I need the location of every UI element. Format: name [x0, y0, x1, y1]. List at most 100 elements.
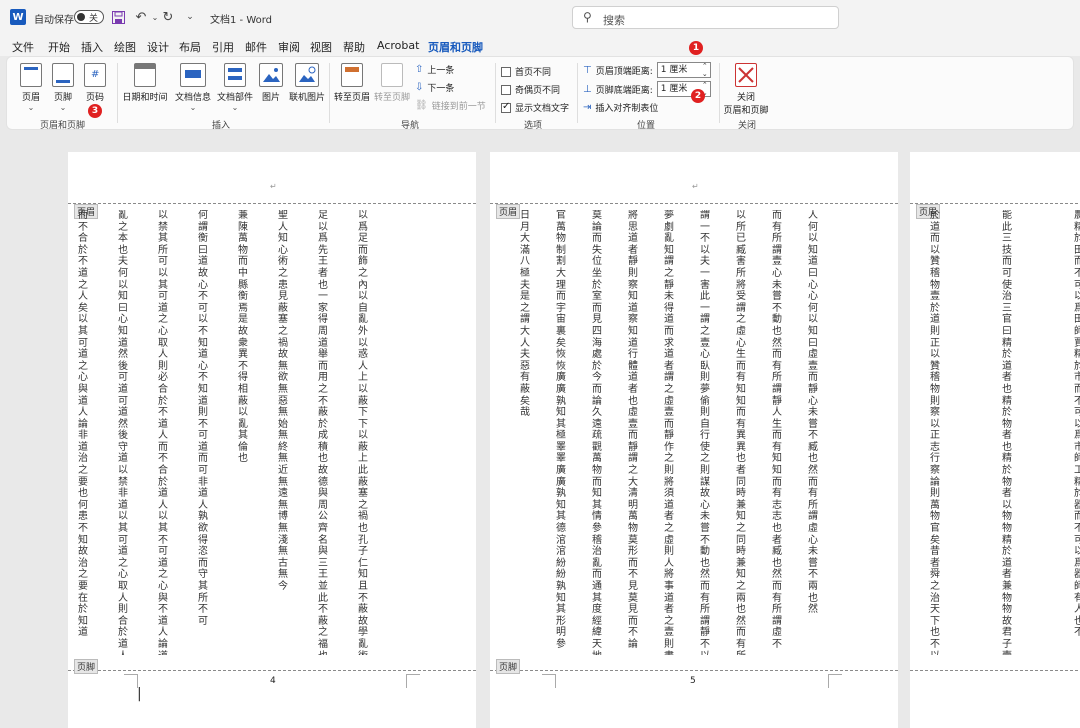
document-canvas[interactable]: ↵ 页眉 以爲足而飾之，內以自亂，外以惑人，上以蔽下，下以蔽上，此蔽塞之禍也。孔…: [0, 130, 1080, 728]
text-column[interactable]: 以禁其所可？以其可道之心取人，則必合於不道人，而不合於道人。以其不可道之心與不道…: [158, 210, 168, 655]
text-column[interactable]: 莫論而失位。坐於室而見四海，處於今而論久遠。疏觀萬物而知其情，參稽治亂而通其度，…: [592, 210, 602, 655]
search-input[interactable]: ⚲ 搜索: [572, 6, 839, 29]
insert-alignment-tab-button[interactable]: ⇥ 插入对齐制表位: [583, 101, 658, 114]
text-column[interactable]: 以爲足而飾之，內以自亂，外以惑人，上以蔽下，下以蔽上，此蔽塞之禍也。孔子仁知且不…: [358, 210, 368, 655]
calendar-icon: [134, 63, 156, 87]
footer-label: 页脚: [496, 659, 521, 674]
picture-button[interactable]: 图片: [257, 63, 285, 103]
crop-mark: [406, 674, 420, 688]
ribbon-tabs: 文件 开始 插入 绘图 设计 布局 引用 邮件 审阅 视图 帮助 Acrobat…: [0, 34, 1080, 60]
text-column[interactable]: 何謂衡？曰：道。故心不可以不知道；心不知道，則不可道，而可非道。人孰欲得恣，而守…: [198, 210, 208, 627]
document-title: 文档1 - Word: [210, 15, 273, 26]
previous-icon: ⇧: [415, 64, 424, 75]
annotation-badge-1: 1: [689, 41, 703, 55]
header-button[interactable]: 页眉 ⌄: [17, 63, 45, 112]
text-column[interactable]: 人何以知道？曰：心。心何以知？曰：虛壹而靜。心未嘗不臧也，然而有所謂虛；心未嘗不…: [808, 210, 818, 616]
close-icon: [735, 63, 757, 87]
footer-boundary: [68, 670, 476, 671]
word-app-icon: W: [10, 9, 26, 25]
tab-references[interactable]: 引用: [212, 39, 234, 55]
link-to-previous-button[interactable]: ⛓ 链接到前一节: [415, 99, 486, 112]
show-document-text-checkbox[interactable]: 显示文档文字: [501, 101, 569, 114]
footer-boundary: [910, 670, 1080, 671]
header-position-icon: ⊤: [583, 64, 592, 76]
goto-footer-icon: [381, 63, 403, 87]
redo-icon[interactable]: ↻: [160, 9, 176, 25]
text-cursor: |: [137, 686, 142, 702]
goto-header-icon: [341, 63, 363, 87]
ribbon-panel: 页眉⌄ 页脚⌄ # 页码⌄ 页眉和页脚 日期和时间 文档信息⌄ 文档部件⌄ 图片…: [6, 56, 1074, 131]
next-icon: ⇩: [415, 82, 424, 93]
autosave-state: 关: [89, 14, 99, 24]
text-column[interactable]: 將思道者靜則察。知道察，知道行，體道者也。虛壹而靜，謂之大清明。萬物莫形而不見，…: [628, 210, 638, 651]
autosave-label: 自动保存: [34, 15, 74, 26]
ribbon-separator: [577, 63, 578, 123]
picture-icon: [259, 63, 283, 87]
tab-insert[interactable]: 插入: [81, 39, 103, 55]
footer-boundary: [490, 670, 898, 671]
document-page[interactable]: ↵ 页眉 人何以知道？曰：心。心何以知？曰：虛壹而靜。心未嘗不臧也，然而有所謂虛…: [490, 152, 898, 728]
search-icon: ⚲: [583, 10, 592, 24]
text-column[interactable]: 能此三技，而可使治三官。曰：精於道者也。精於物者也。精於物者以物物，精於道者兼物…: [1002, 210, 1012, 655]
date-time-button[interactable]: 日期和时间: [121, 63, 169, 103]
paragraph-mark: ↵: [270, 182, 277, 191]
tab-design[interactable]: 设计: [147, 39, 169, 55]
tab-acrobat[interactable]: Acrobat: [377, 39, 419, 52]
document-page[interactable]: ↵ 页眉 以爲足而飾之，內以自亂，外以惑人，上以蔽下，下以蔽上，此蔽塞之禍也。孔…: [68, 152, 476, 728]
tab-view[interactable]: 视图: [310, 39, 332, 55]
header-icon: [20, 63, 42, 87]
search-placeholder: 搜索: [603, 14, 625, 27]
autosave-toggle[interactable]: 关: [74, 10, 104, 24]
text-column[interactable]: 亂之本也。夫何以知？曰：心知道，然後可道；可道然後守道以禁非道。以其可道之心取人…: [118, 210, 128, 655]
document-parts-button[interactable]: 文档部件 ⌄: [215, 63, 255, 112]
text-column[interactable]: 謂一；不以夫一害此一謂之壹。心臥則夢，偷則自行，使之則謀；故心未嘗不動也；然而有…: [700, 210, 710, 655]
different-first-page-checkbox[interactable]: 首页不同: [501, 65, 551, 78]
tab-mailings[interactable]: 邮件: [245, 39, 267, 55]
goto-header-button[interactable]: 转至页眉: [333, 63, 371, 103]
next-button[interactable]: ⇩ 下一条: [415, 81, 454, 94]
tab-home[interactable]: 开始: [48, 39, 70, 55]
header-top-distance: ⊤ 页眉顶端距离: 1 厘米 ⌃ ⌄: [583, 62, 711, 78]
save-icon[interactable]: [110, 9, 126, 25]
checkbox-icon: [501, 84, 511, 95]
text-column[interactable]: 兼陳萬物而中縣衡焉。是故衆異不得相蔽以亂其倫也。: [238, 210, 248, 465]
crop-mark: [828, 674, 842, 688]
close-header-footer-button[interactable]: 关闭 页眉和页脚: [721, 63, 771, 116]
goto-footer-button[interactable]: 转至页脚: [373, 63, 411, 103]
text-column[interactable]: 聖人知心術之患，見蔽塞之禍，故無欲，無惡，無始，無終，無近，無遠，無博，無淺，無…: [278, 210, 288, 593]
online-picture-button[interactable]: 联机图片: [287, 63, 327, 103]
online-picture-icon: [295, 63, 319, 87]
tab-help[interactable]: 帮助: [343, 39, 365, 55]
text-column[interactable]: 夢劇亂知謂之靜。未得道而求道者，謂之虛壹而靜。作之：則將須道者之虛則人，將事道者…: [664, 210, 674, 655]
footer-button[interactable]: 页脚 ⌄: [49, 63, 77, 112]
annotation-badge-3: 3: [88, 104, 102, 118]
text-column[interactable]: 農精於田，而不可以爲田師；賈精於市，而不可以爲市師；工精於器，而不可以爲器師。有…: [1074, 210, 1080, 639]
document-parts-icon: [224, 63, 246, 87]
tab-review[interactable]: 审阅: [278, 39, 300, 55]
tab-file[interactable]: 文件: [12, 39, 34, 55]
tab-draw[interactable]: 绘图: [114, 39, 136, 55]
document-info-button[interactable]: 文档信息 ⌄: [173, 63, 213, 112]
previous-button[interactable]: ⇧ 上一条: [415, 63, 454, 76]
different-odd-even-checkbox[interactable]: 奇偶页不同: [501, 83, 560, 96]
header-top-distance-input[interactable]: 1 厘米 ⌃ ⌄: [656, 62, 711, 78]
checkbox-checked-icon: [501, 101, 511, 113]
annotation-badge-2: 2: [691, 89, 705, 103]
footer-label: 页脚: [74, 659, 99, 674]
text-column[interactable]: 以所已臧害所將受謂之虛。心生而有知，知而有異；異也者，同時兼知之；同時兼知之，兩…: [736, 210, 746, 655]
footer-icon: [52, 63, 74, 87]
text-column[interactable]: 足以爲先王者也。一家得周道，舉而用之，不蔽於成積也。故德與周公齊，名與三王並，此…: [318, 210, 328, 655]
document-page[interactable]: 页眉 農精於田，而不可以爲田師；賈精於市，而不可以爲市師；工精於器，而不可以爲器…: [910, 152, 1080, 728]
customize-toolbar-icon[interactable]: ⌄: [182, 9, 198, 25]
text-column[interactable]: 而不合於不道之人矣。以其可道之心與道人論非道，治之要也。何患不知？故治之要在於知…: [78, 210, 88, 639]
title-bar: W 自动保存 关 ↶ ⌄ ↻ ⌄ 文档1 - Word ⚲ 搜索: [0, 0, 1080, 34]
text-column[interactable]: 於道，而以贊稽物。壹於道則正，以贊稽物則察；以正志行察論，則萬物官矣。昔者舜之治…: [930, 210, 940, 655]
text-column[interactable]: 官萬物，制割大理而宇宙裏矣。恢恢廣廣，孰知其極？睪睪廣廣，孰知其德？涫涫紛紛，孰…: [556, 210, 566, 651]
checkbox-icon: [501, 66, 511, 77]
text-column[interactable]: 日月，大滿八極，夫是之謂大人。夫惡有蔽矣哉！: [520, 210, 530, 419]
crop-mark: [542, 674, 556, 688]
tab-header-footer[interactable]: 页眉和页脚: [428, 39, 483, 60]
tab-layout[interactable]: 布局: [179, 39, 201, 55]
header-boundary: [68, 203, 476, 204]
text-column[interactable]: 而有所謂壹；心未嘗不動也，然而有所謂靜。人生而有知，知而有志；志也者，臧也；然而…: [772, 210, 782, 651]
